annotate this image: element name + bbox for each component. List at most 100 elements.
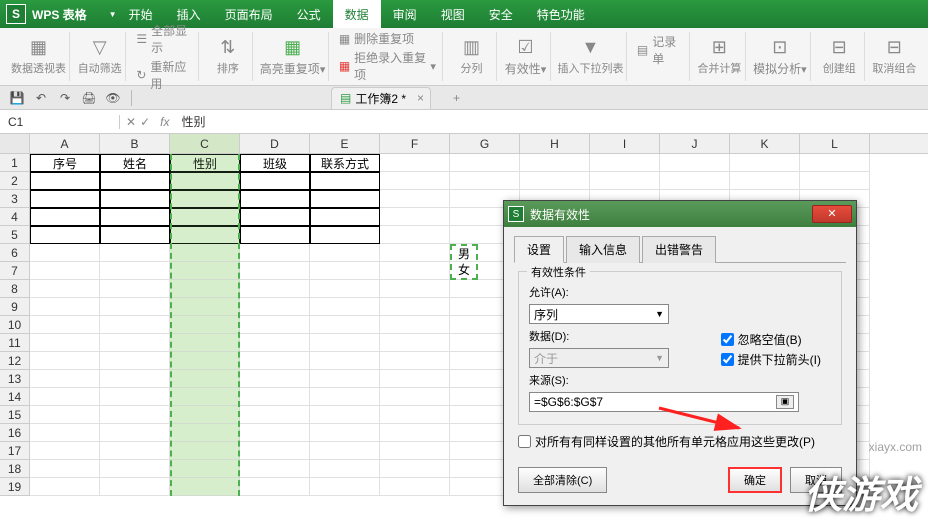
cell-D19[interactable]: [240, 478, 310, 496]
row-header-14[interactable]: 14: [0, 388, 30, 406]
qat-preview[interactable]: 👁: [104, 89, 122, 107]
cell-A14[interactable]: [30, 388, 100, 406]
cell-G1[interactable]: [450, 154, 520, 172]
cell-B15[interactable]: [100, 406, 170, 424]
cell-G2[interactable]: [450, 172, 520, 190]
cell-D13[interactable]: [240, 370, 310, 388]
cell-E5[interactable]: [310, 226, 380, 244]
col-header-J[interactable]: J: [660, 134, 730, 153]
cell-K1[interactable]: [730, 154, 800, 172]
cell-B14[interactable]: [100, 388, 170, 406]
row-header-10[interactable]: 10: [0, 316, 30, 334]
ignore-blank-check[interactable]: 忽略空值(B): [721, 331, 821, 348]
cell-E19[interactable]: [310, 478, 380, 496]
cell-E4[interactable]: [310, 208, 380, 226]
ribbon-autofilter[interactable]: ▽自动筛选: [74, 32, 126, 81]
ok-button[interactable]: 确定: [728, 467, 782, 493]
cell-E17[interactable]: [310, 442, 380, 460]
qat-undo[interactable]: ↶: [32, 89, 50, 107]
cell-C8[interactable]: [170, 280, 240, 298]
ribbon-validity[interactable]: ☑有效性▾: [501, 32, 551, 81]
fx-confirm-icon[interactable]: ✓: [140, 115, 150, 129]
doc-tab-close[interactable]: ×: [417, 91, 424, 105]
row-header-17[interactable]: 17: [0, 442, 30, 460]
row-header-11[interactable]: 11: [0, 334, 30, 352]
col-header-G[interactable]: G: [450, 134, 520, 153]
cell-A12[interactable]: [30, 352, 100, 370]
dialog-tab-settings[interactable]: 设置: [514, 236, 564, 263]
cell-A3[interactable]: [30, 190, 100, 208]
cell-B13[interactable]: [100, 370, 170, 388]
cell-A11[interactable]: [30, 334, 100, 352]
cell-E7[interactable]: [310, 262, 380, 280]
qat-print[interactable]: 🖨: [80, 89, 98, 107]
cell-A6[interactable]: [30, 244, 100, 262]
cell-E16[interactable]: [310, 424, 380, 442]
row-header-19[interactable]: 19: [0, 478, 30, 496]
col-header-K[interactable]: K: [730, 134, 800, 153]
cell-B9[interactable]: [100, 298, 170, 316]
cell-C7[interactable]: [170, 262, 240, 280]
ribbon-ungroup[interactable]: ⊟取消组合: [869, 32, 920, 81]
tab-formula[interactable]: 公式: [285, 0, 333, 28]
cell-F3[interactable]: [380, 190, 450, 208]
cell-C17[interactable]: [170, 442, 240, 460]
cell-D12[interactable]: [240, 352, 310, 370]
row-header-16[interactable]: 16: [0, 424, 30, 442]
ribbon-record[interactable]: ▤记录单: [637, 33, 683, 67]
cell-E18[interactable]: [310, 460, 380, 478]
ribbon-text-to-col[interactable]: ▥分列: [447, 32, 497, 81]
qat-redo[interactable]: ↷: [56, 89, 74, 107]
tab-features[interactable]: 特色功能: [525, 0, 597, 28]
dialog-tab-input-msg[interactable]: 输入信息: [566, 236, 640, 263]
cell-D15[interactable]: [240, 406, 310, 424]
col-header-B[interactable]: B: [100, 134, 170, 153]
cell-C12[interactable]: [170, 352, 240, 370]
cell-C6[interactable]: [170, 244, 240, 262]
row-header-7[interactable]: 7: [0, 262, 30, 280]
cell-B17[interactable]: [100, 442, 170, 460]
row-header-1[interactable]: 1: [0, 154, 30, 172]
cell-E2[interactable]: [310, 172, 380, 190]
cell-J1[interactable]: [660, 154, 730, 172]
cell-L1[interactable]: [800, 154, 870, 172]
provide-dropdown-check[interactable]: 提供下拉箭头(I): [721, 351, 821, 368]
cell-D5[interactable]: [240, 226, 310, 244]
col-header-H[interactable]: H: [520, 134, 590, 153]
cell-B5[interactable]: [100, 226, 170, 244]
cell-D10[interactable]: [240, 316, 310, 334]
cell-F19[interactable]: [380, 478, 450, 496]
dialog-tab-error-alert[interactable]: 出错警告: [642, 236, 716, 263]
col-header-E[interactable]: E: [310, 134, 380, 153]
cell-D14[interactable]: [240, 388, 310, 406]
range-picker-button[interactable]: ▣: [776, 395, 794, 409]
cell-C9[interactable]: [170, 298, 240, 316]
cell-B6[interactable]: [100, 244, 170, 262]
ribbon-highlight-dup[interactable]: ▦高亮重复项▾: [257, 32, 328, 81]
cell-A16[interactable]: [30, 424, 100, 442]
cell-F6[interactable]: [380, 244, 450, 262]
allow-select[interactable]: 序列▼: [529, 304, 669, 324]
cell-F15[interactable]: [380, 406, 450, 424]
cell-E10[interactable]: [310, 316, 380, 334]
col-header-L[interactable]: L: [800, 134, 870, 153]
cell-A13[interactable]: [30, 370, 100, 388]
cell-C11[interactable]: [170, 334, 240, 352]
cell-D18[interactable]: [240, 460, 310, 478]
cell-F16[interactable]: [380, 424, 450, 442]
cell-E8[interactable]: [310, 280, 380, 298]
col-header-A[interactable]: A: [30, 134, 100, 153]
ribbon-sort[interactable]: ⇅排序: [203, 32, 253, 81]
cell-A4[interactable]: [30, 208, 100, 226]
cell-B7[interactable]: [100, 262, 170, 280]
cell-F8[interactable]: [380, 280, 450, 298]
row-header-2[interactable]: 2: [0, 172, 30, 190]
cell-F2[interactable]: [380, 172, 450, 190]
row-header-4[interactable]: 4: [0, 208, 30, 226]
tab-data[interactable]: 数据: [333, 0, 381, 28]
dialog-titlebar[interactable]: S数据有效性 ✕: [504, 201, 856, 227]
cell-B1[interactable]: 姓名: [100, 154, 170, 172]
cell-H2[interactable]: [520, 172, 590, 190]
cell-A18[interactable]: [30, 460, 100, 478]
fx-cancel-icon[interactable]: ✕: [126, 115, 136, 129]
